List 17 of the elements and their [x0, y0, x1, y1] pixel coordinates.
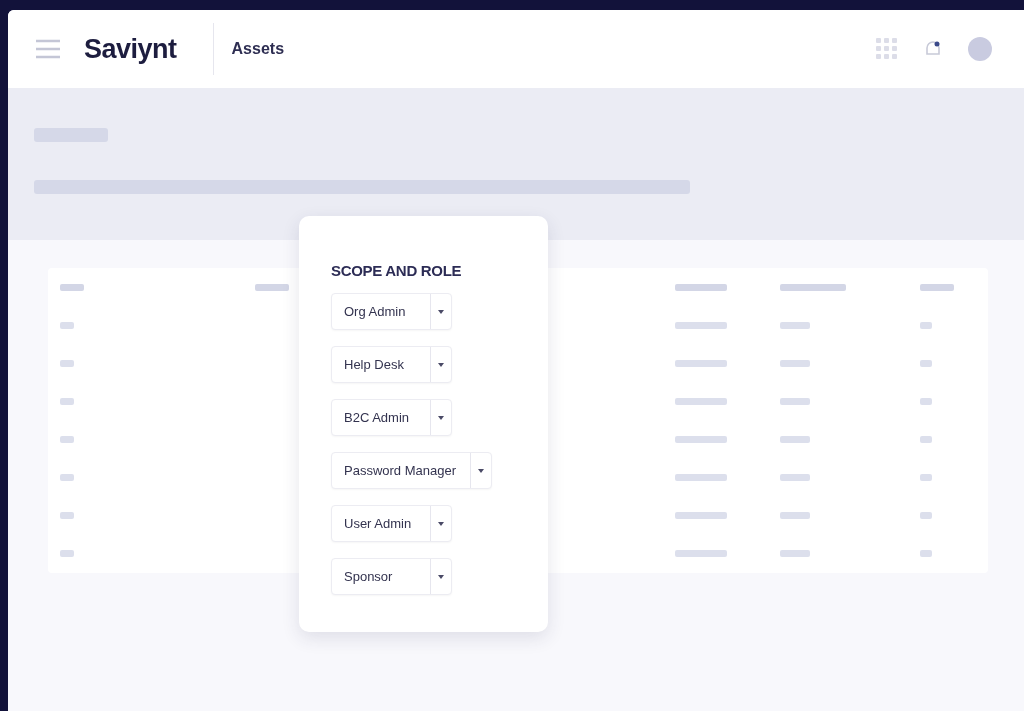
caret-icon — [438, 521, 444, 526]
logo: Saviynt — [84, 23, 214, 75]
caret-icon — [438, 362, 444, 367]
menu-icon[interactable] — [34, 38, 62, 60]
role-dropdown[interactable]: Help Desk — [331, 346, 452, 383]
role-dropdown[interactable]: Password Manager — [331, 452, 492, 489]
caret-icon — [438, 309, 444, 314]
caret-icon — [478, 468, 484, 473]
page-title: Assets — [231, 40, 286, 58]
role-dropdown[interactable]: Sponsor — [331, 558, 452, 595]
role-dropdown[interactable]: User Admin — [331, 505, 452, 542]
role-dropdown[interactable]: Org Admin — [331, 293, 452, 330]
avatar[interactable] — [968, 37, 992, 61]
apps-grid-icon[interactable] — [876, 38, 898, 60]
caret-icon — [438, 415, 444, 420]
role-dropdown[interactable]: B2C Admin — [331, 399, 452, 436]
popover-title: SCOPE AND ROLE — [331, 262, 463, 279]
